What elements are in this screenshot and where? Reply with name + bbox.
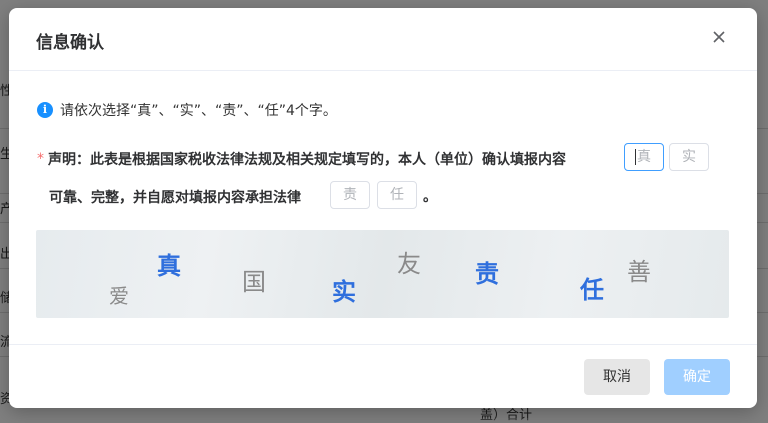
captcha-image: 爱 真 国 实 友 责 任 善 — [36, 230, 729, 318]
declaration-text-2: 可靠、完整，并自愿对填报内容承担法律 — [49, 190, 301, 206]
captcha-char[interactable]: 国 — [242, 262, 266, 297]
captcha-char[interactable]: 实 — [332, 272, 356, 307]
cancel-button[interactable]: 取消 — [584, 359, 650, 395]
declaration-label: 声明： — [48, 152, 90, 168]
declaration-text-1: 此表是根据国家税收法律法规及相关规定填写的，本人（单位）确认填报内容 — [90, 152, 566, 168]
close-icon[interactable] — [709, 27, 729, 47]
captcha-char[interactable]: 善 — [627, 252, 651, 287]
char-input-4[interactable]: 任 — [377, 181, 417, 209]
char-input-2[interactable]: 实 — [669, 143, 709, 171]
info-icon: i — [37, 102, 53, 118]
instruction-text: 请依次选择“真”、“实”、“责”、“任”4个字。 — [60, 103, 337, 119]
confirm-button[interactable]: 确定 — [664, 359, 730, 395]
char-input-1[interactable]: 真 — [624, 143, 664, 171]
char-input-3[interactable]: 责 — [330, 181, 370, 209]
text-caret — [635, 149, 636, 165]
dialog-title: 信息确认 — [36, 33, 104, 53]
close-icon-glyph — [713, 31, 725, 43]
required-mark: * — [37, 151, 44, 167]
captcha-char[interactable]: 真 — [157, 246, 181, 281]
dialog-footer: 取消 确定 — [9, 344, 757, 408]
captcha-char[interactable]: 责 — [475, 254, 499, 289]
info-confirm-dialog: 信息确认 i 请依次选择“真”、“实”、“责”、“任”4个字。 * 声明： 此表… — [9, 8, 757, 408]
captcha-char[interactable]: 友 — [397, 244, 421, 279]
declaration-line-2: 可靠、完整，并自愿对填报内容承担法律 — [49, 186, 301, 208]
declaration-end: 。 — [423, 189, 437, 205]
dialog-header: 信息确认 — [9, 8, 757, 71]
instruction-row: i 请依次选择“真”、“实”、“责”、“任”4个字。 — [37, 100, 337, 120]
captcha-char[interactable]: 爱 — [109, 280, 129, 309]
declaration-line-1: * 声明： 此表是根据国家税收法律法规及相关规定填写的，本人（单位）确认填报内容 — [37, 148, 566, 170]
captcha-char[interactable]: 任 — [580, 270, 604, 305]
